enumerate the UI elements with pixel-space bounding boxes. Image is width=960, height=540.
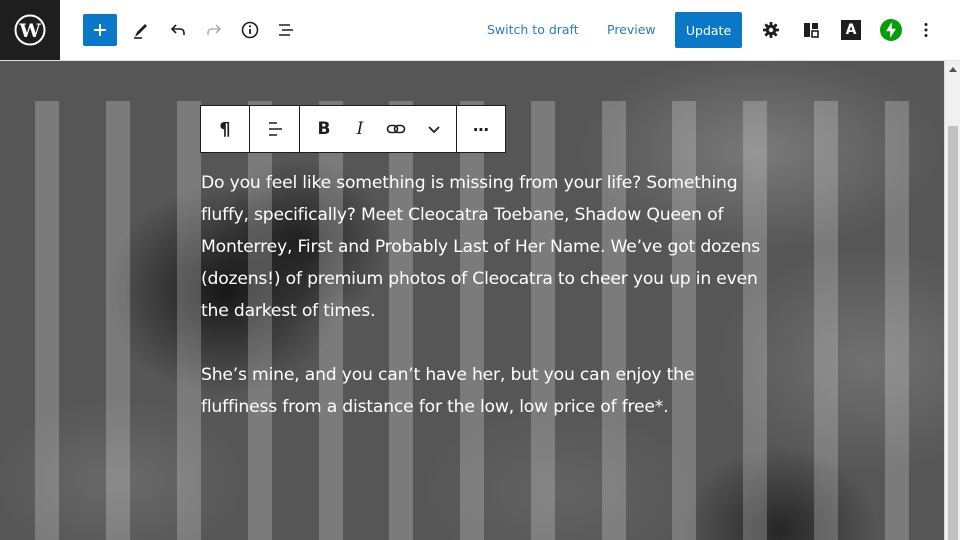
list-view-button[interactable] [269,12,303,48]
a-plugin-button[interactable]: A [834,12,868,48]
plus-icon [94,24,106,36]
scroll-up-arrow[interactable] [945,61,960,77]
block-type-group: ¶ [201,106,250,152]
switch-to-draft-button[interactable]: Switch to draft [487,22,579,37]
options-button[interactable] [911,12,941,48]
pencil-icon [134,24,147,39]
editor-header: W Switch to draft Preview Update A [0,0,960,61]
editor-canvas[interactable]: ¶ B I ⋯ Do you feel like something is mi… [0,61,944,540]
editor-scrollbar[interactable] [944,61,960,540]
block-options-button[interactable]: ⋯ [457,106,505,152]
layout-icon [804,23,819,38]
chevron-down-icon [428,126,440,134]
details-button[interactable] [233,12,267,48]
svg-text:W: W [18,20,41,42]
letter-a-icon: A [841,20,861,40]
align-text-button[interactable] [250,106,299,152]
jetpack-bolt-icon [880,19,902,41]
italic-button[interactable]: I [344,106,376,152]
preview-button[interactable]: Preview [607,22,656,37]
block-toolbar: ¶ B I ⋯ [200,105,506,153]
link-icon [386,124,406,134]
redo-icon [207,24,222,35]
info-icon [241,21,259,39]
settings-button[interactable] [754,12,788,48]
more-vertical-icon [924,23,928,37]
update-button[interactable]: Update [675,12,742,48]
format-group: B I [300,106,457,152]
gear-icon [763,22,779,38]
block-layout-button[interactable] [794,12,828,48]
undo-icon [170,24,185,35]
wordpress-logo-button[interactable]: W [0,0,60,60]
bold-button[interactable]: B [304,106,344,152]
tools-button[interactable] [124,12,158,48]
redo-button[interactable] [197,12,231,48]
link-button[interactable] [376,106,416,152]
list-view-icon [279,24,293,36]
wordpress-logo-icon: W [14,14,46,46]
add-block-button[interactable] [83,14,117,46]
alignment-group [250,106,300,152]
align-left-icon [268,122,282,136]
paragraph-block-2[interactable]: She’s mine, and you can’t have her, but … [201,359,761,423]
jetpack-button[interactable] [874,12,908,48]
block-options-group: ⋯ [457,106,505,152]
more-formats-button[interactable] [416,106,452,152]
undo-button[interactable] [161,12,195,48]
scrollbar-thumb[interactable] [948,126,958,540]
paragraph-block-switcher[interactable]: ¶ [201,106,249,152]
paragraph-block-1[interactable]: Do you feel like something is missing fr… [201,167,761,327]
triangle-up-icon [949,67,957,72]
